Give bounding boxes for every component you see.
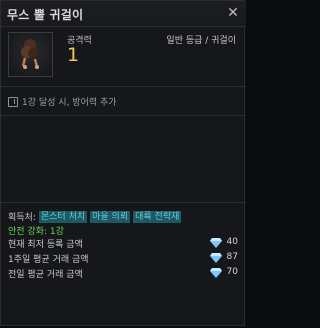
diamond-icon: [210, 238, 222, 248]
acquire-tag-strategy: 대륙 전략재: [133, 210, 182, 223]
acquire-line: 획득처: 몬스터 처치 마을 의뢰 대륙 전략재: [8, 210, 182, 223]
diamond-icon: [210, 268, 222, 278]
grade-text: 일반 등급 / 귀걸이: [166, 36, 236, 46]
divider: [1, 26, 246, 27]
item-name: 무스 뿔 귀걸이: [7, 8, 84, 22]
price-value: 40: [226, 237, 238, 247]
title-bar: 무스 뿔 귀걸이 ✕: [1, 1, 246, 26]
divider: [1, 202, 246, 203]
divider: [1, 115, 246, 116]
price-row: 현재 최저 등록 금액 40: [8, 237, 238, 250]
price-row: 1주일 평균 거래 금액 87: [8, 252, 238, 265]
safe-enhance: 안전 강화: 1강: [8, 227, 64, 237]
price-label: 현재 최저 등록 금액: [8, 240, 83, 250]
price-label: 전일 평균 거래 금액: [8, 270, 83, 280]
price-value: 87: [226, 252, 238, 262]
divider: [1, 86, 246, 87]
item-tooltip: 무스 뿔 귀걸이 ✕ 공격력 1 일반 등급 / 귀걸이 1강 달성 시, 방어…: [0, 0, 246, 326]
acquire-tag-quest: 마을 의뢰: [90, 210, 131, 223]
price-value: 70: [226, 267, 238, 277]
bookmark-icon: [8, 96, 18, 107]
diamond-icon: [210, 253, 222, 263]
price-row: 전일 평균 거래 금액 70: [8, 267, 238, 280]
set-effect-text: 1강 달성 시, 방어력 추가: [22, 98, 117, 108]
set-effect-line: 1강 달성 시, 방어력 추가: [8, 95, 117, 108]
acquire-tag-monster: 몬스터 처치: [38, 210, 88, 223]
attack-value: 1: [67, 44, 80, 66]
item-icon: [8, 32, 53, 77]
price-label: 1주일 평균 거래 금액: [8, 255, 89, 265]
acquire-label: 획득처:: [8, 213, 36, 223]
close-icon[interactable]: ✕: [224, 4, 242, 22]
